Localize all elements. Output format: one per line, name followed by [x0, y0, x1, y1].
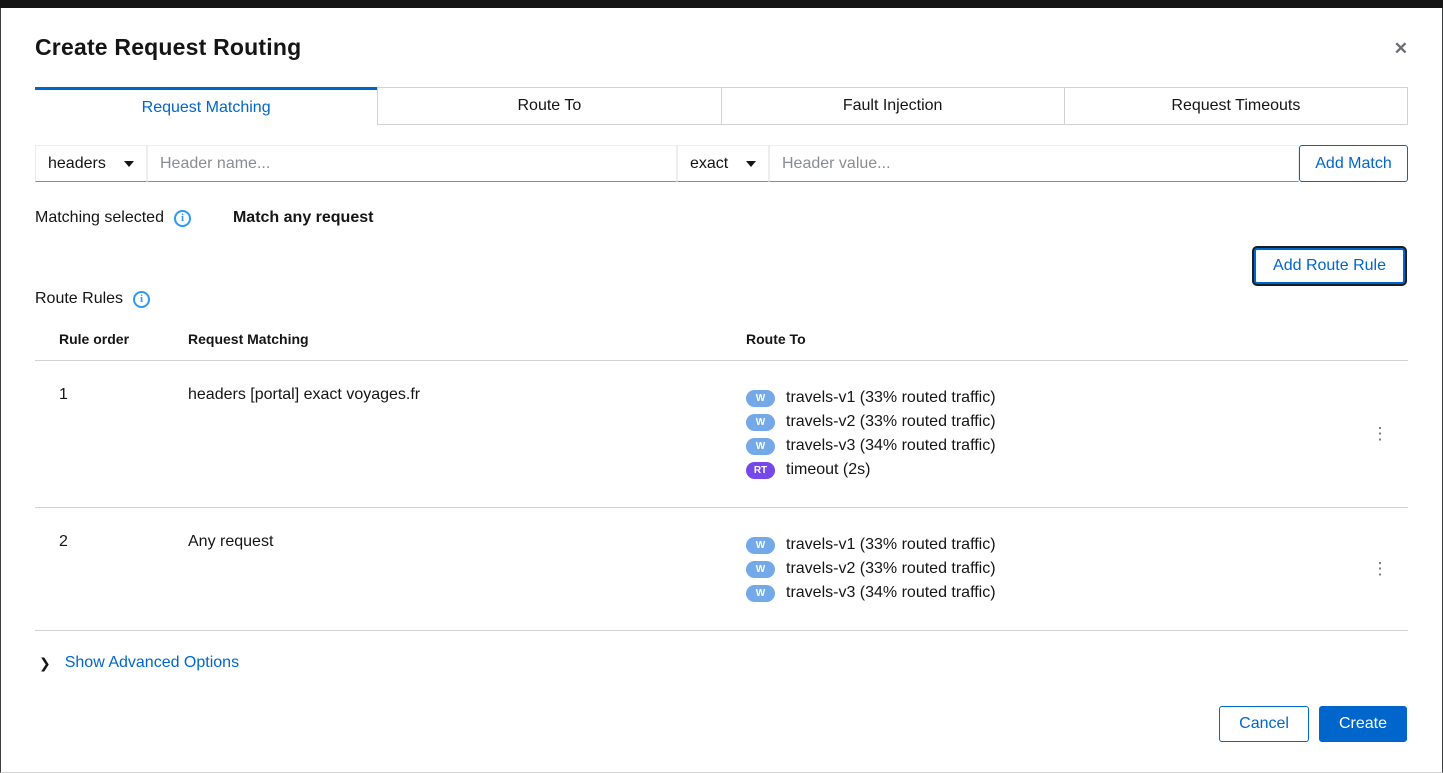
- route-entry: W travels-v2 (33% routed traffic): [746, 557, 1352, 581]
- tab-route-to[interactable]: Route To: [377, 87, 720, 125]
- chevron-down-icon: [124, 161, 134, 167]
- route-rules-header: Route Rules: [35, 290, 1408, 308]
- tab-fault-injection[interactable]: Fault Injection: [721, 87, 1064, 125]
- route-entry-text: travels-v2 (33% routed traffic): [786, 560, 996, 578]
- route-entry-text: travels-v2 (33% routed traffic): [786, 413, 996, 431]
- weight-badge: W: [746, 414, 775, 431]
- tab-request-matching[interactable]: Request Matching: [35, 87, 377, 125]
- route-entry: W travels-v1 (33% routed traffic): [746, 386, 1352, 410]
- weight-badge: W: [746, 561, 775, 578]
- chevron-right-icon: ❯: [39, 655, 51, 672]
- route-entry: W travels-v1 (33% routed traffic): [746, 533, 1352, 557]
- match-builder: headers exact Add Match: [35, 145, 1408, 182]
- route-entry: W travels-v3 (34% routed traffic): [746, 581, 1352, 605]
- matching-selected-value: Match any request: [233, 209, 373, 227]
- dialog-footer: Cancel Create: [35, 706, 1408, 742]
- rule-order: 2: [59, 533, 188, 605]
- route-entry-text: travels-v3 (34% routed traffic): [786, 584, 996, 602]
- route-entry: W travels-v2 (33% routed traffic): [746, 410, 1352, 434]
- rule-order: 1: [59, 386, 188, 482]
- route-entry-text: timeout (2s): [786, 461, 870, 479]
- info-icon[interactable]: [133, 291, 150, 308]
- cancel-button[interactable]: Cancel: [1219, 706, 1309, 742]
- rule-request-matching: Any request: [188, 533, 746, 605]
- create-button[interactable]: Create: [1319, 706, 1407, 742]
- column-request-matching: Request Matching: [188, 331, 746, 347]
- request-timeout-badge: RT: [746, 462, 775, 479]
- close-icon[interactable]: ✕: [1394, 40, 1408, 57]
- page-title: Create Request Routing: [35, 34, 1408, 61]
- tab-bar: Request Matching Route To Fault Injectio…: [35, 87, 1408, 125]
- rule-route-to: W travels-v1 (33% routed traffic) W trav…: [746, 533, 1352, 605]
- header-value-input[interactable]: [769, 145, 1299, 182]
- route-rules-table: Rule order Request Matching Route To 1 h…: [35, 321, 1408, 631]
- weight-badge: W: [746, 438, 775, 455]
- chevron-down-icon: [746, 161, 756, 167]
- table-row: 2 Any request W travels-v1 (33% routed t…: [35, 508, 1408, 631]
- table-header-row: Rule order Request Matching Route To: [35, 321, 1408, 361]
- header-name-input[interactable]: [147, 145, 677, 182]
- route-entry-text: travels-v1 (33% routed traffic): [786, 536, 996, 554]
- add-match-button[interactable]: Add Match: [1299, 145, 1408, 182]
- kebab-menu-icon[interactable]: ⋮: [1366, 386, 1395, 482]
- info-icon[interactable]: [174, 210, 191, 227]
- column-route-to: Route To: [746, 331, 1352, 347]
- weight-badge: W: [746, 390, 775, 407]
- column-rule-order: Rule order: [59, 331, 188, 347]
- column-actions: [1352, 331, 1408, 347]
- add-route-rule-row: Add Route Rule: [35, 248, 1408, 284]
- match-category-select[interactable]: headers: [35, 145, 147, 182]
- route-entry: RT timeout (2s): [746, 458, 1352, 482]
- match-category-value: headers: [48, 155, 106, 173]
- weight-badge: W: [746, 537, 775, 554]
- route-rules-title: Route Rules: [35, 290, 123, 308]
- route-entry: W travels-v3 (34% routed traffic): [746, 434, 1352, 458]
- match-operator-select[interactable]: exact: [677, 145, 769, 182]
- show-advanced-options-link[interactable]: Show Advanced Options: [65, 654, 239, 672]
- tab-request-timeouts[interactable]: Request Timeouts: [1064, 87, 1408, 125]
- match-operator-value: exact: [690, 155, 728, 173]
- advanced-options-toggle[interactable]: ❯ Show Advanced Options: [35, 654, 1408, 672]
- weight-badge: W: [746, 585, 775, 602]
- table-row: 1 headers [portal] exact voyages.fr W tr…: [35, 361, 1408, 508]
- matching-selected-row: Matching selected Match any request: [35, 209, 1408, 227]
- route-entry-text: travels-v1 (33% routed traffic): [786, 389, 996, 407]
- matching-selected-label: Matching selected: [35, 209, 164, 227]
- rule-request-matching: headers [portal] exact voyages.fr: [188, 386, 746, 482]
- create-request-routing-dialog: Create Request Routing ✕ Request Matchin…: [0, 8, 1443, 773]
- kebab-menu-icon[interactable]: ⋮: [1366, 533, 1395, 605]
- route-entry-text: travels-v3 (34% routed traffic): [786, 437, 996, 455]
- add-route-rule-button[interactable]: Add Route Rule: [1254, 248, 1405, 284]
- rule-route-to: W travels-v1 (33% routed traffic) W trav…: [746, 386, 1352, 482]
